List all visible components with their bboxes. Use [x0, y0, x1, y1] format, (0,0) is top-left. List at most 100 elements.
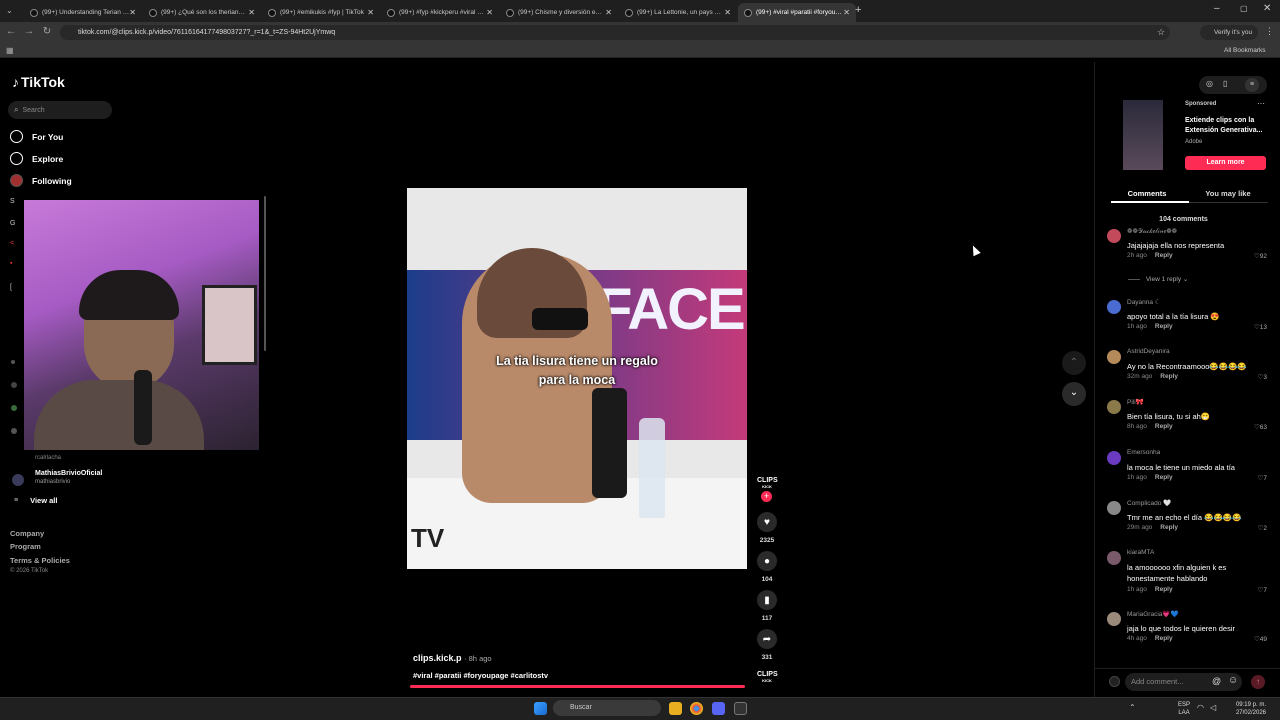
video-hashtags[interactable]: #viral #paratii #foryoupage #carlitostv	[413, 671, 548, 680]
browser-tab[interactable]: (99+) La Lettonie, un pays peu... ✕	[619, 3, 737, 22]
nav-following[interactable]: Following	[10, 174, 72, 187]
reload-icon[interactable]: ↻	[40, 25, 54, 39]
tab-search-icon[interactable]: ⌄	[6, 6, 13, 15]
comment-like-button[interactable]: ♡92	[1254, 252, 1267, 260]
reply-button[interactable]: Reply	[1160, 524, 1178, 531]
sidebar-scrollbar[interactable]	[264, 196, 266, 351]
discord-icon[interactable]	[712, 702, 725, 715]
device-icon[interactable]: ▯	[1223, 79, 1227, 88]
video-progress-bar[interactable]	[410, 685, 745, 688]
url-input[interactable]: tiktok.com/@clips.kick.p/video/761161641…	[60, 25, 1170, 40]
commenter-name[interactable]: kiaraMTA	[1127, 549, 1154, 556]
minimize-window-button[interactable]: –	[1214, 3, 1220, 14]
file-explorer-icon[interactable]	[669, 702, 682, 715]
mention-icon[interactable]: @	[1212, 676, 1221, 686]
forward-arrow-icon[interactable]: →	[22, 25, 36, 39]
ad-title[interactable]: Extiende clips con la Extensión Generati…	[1185, 116, 1267, 136]
commenter-name[interactable]: Pili🎀	[1127, 398, 1144, 406]
new-tab-button[interactable]: +	[855, 4, 861, 16]
profile-verify-button[interactable]: Verify it's you	[1200, 25, 1258, 40]
tray-chevron-icon[interactable]: ⌃	[1129, 703, 1136, 712]
commenter-name[interactable]: Complicado 🤍	[1127, 499, 1171, 507]
commenter-name[interactable]: Dayanna ☾	[1127, 298, 1161, 306]
previous-video-button[interactable]: ⌃	[1062, 351, 1086, 375]
close-tab-icon[interactable]: ✕	[248, 8, 255, 17]
mute-icon[interactable]: ◎	[1206, 79, 1213, 88]
footer-terms-link[interactable]: Terms & Policies	[10, 556, 70, 565]
following-account[interactable]: MathiasBrivioOficial mathiasbrivio	[10, 470, 130, 490]
messages-icon[interactable]: ≡	[1245, 78, 1259, 92]
reply-button[interactable]: Reply	[1155, 423, 1173, 430]
commenter-avatar[interactable]	[1107, 551, 1121, 565]
commenter-avatar[interactable]	[1107, 229, 1121, 243]
taskbar-search[interactable]: Buscar	[553, 700, 661, 716]
tiktok-app-icon[interactable]	[734, 702, 747, 715]
reply-button[interactable]: Reply	[1155, 252, 1173, 259]
ad-thumbnail[interactable]	[1123, 100, 1163, 170]
music-disc[interactable]: CLIPS KICK	[757, 671, 778, 684]
close-tab-icon[interactable]: ✕	[486, 8, 493, 17]
save-button[interactable]: ▮	[757, 590, 777, 610]
tiktok-logo[interactable]: ♪ TikTok	[12, 74, 65, 90]
commenter-avatar[interactable]	[1107, 400, 1121, 414]
emoji-icon[interactable]: ☺	[1228, 675, 1238, 686]
close-tab-icon[interactable]: ✕	[367, 8, 374, 17]
ad-more-icon[interactable]: ⋯	[1257, 99, 1265, 108]
volume-icon[interactable]: ◁	[1210, 703, 1216, 712]
comment-like-button[interactable]: ♡3	[1258, 373, 1267, 381]
browser-tab[interactable]: (99+) ¿Qué son los therian? De... ✕	[143, 3, 261, 22]
footer-company-link[interactable]: Company	[10, 529, 44, 538]
back-arrow-icon[interactable]: ←	[4, 25, 18, 39]
browser-tab[interactable]: (99+) Understanding Terian Va... ✕	[24, 3, 142, 22]
comment-like-button[interactable]: ♡2	[1258, 524, 1267, 532]
close-tab-icon[interactable]: ✕	[129, 8, 136, 17]
start-windows-icon[interactable]	[534, 702, 547, 715]
creator-logo[interactable]: CLIPS KICK	[757, 477, 778, 490]
share-button[interactable]: ➦	[757, 629, 777, 649]
tab-comments[interactable]: Comments	[1111, 189, 1183, 198]
clock[interactable]: 09:19 p. m. 27/02/2026	[1226, 701, 1266, 717]
view-all-link[interactable]: ≡ View all	[14, 496, 57, 505]
bookmark-star-icon[interactable]: ☆	[1157, 27, 1165, 38]
commenter-name[interactable]: ❁❁𝒴𝒶𝒸𝓀𝑒𝓁𝒾𝓃𝑒❁❁	[1127, 227, 1177, 236]
comment-like-button[interactable]: ♡49	[1254, 635, 1267, 643]
view-replies-button[interactable]: View 1 reply ⌄	[1128, 275, 1188, 283]
commenter-name[interactable]: Emersonha	[1127, 449, 1160, 456]
reply-button[interactable]: Reply	[1160, 373, 1178, 380]
apps-grid-icon[interactable]: ▦	[6, 46, 14, 55]
comment-like-button[interactable]: ♡7	[1258, 474, 1267, 482]
footer-program-link[interactable]: Program	[10, 542, 41, 551]
commenter-name[interactable]: MariaGracia💗💙	[1127, 610, 1179, 618]
language-indicator[interactable]: ESP LAA	[1178, 701, 1190, 717]
commenter-avatar[interactable]	[1107, 350, 1121, 364]
nav-for-you[interactable]: For You	[10, 130, 63, 143]
browser-tab[interactable]: (99+) #viral #paratii #foryoupa... ✕	[738, 3, 856, 22]
like-button[interactable]: ♥	[757, 512, 777, 532]
browser-tab[interactable]: (99+) Chisme y diversión en Mi... ✕	[500, 3, 618, 22]
reply-button[interactable]: Reply	[1155, 635, 1173, 642]
chrome-icon[interactable]	[690, 702, 703, 715]
follow-plus-button[interactable]: +	[761, 491, 772, 502]
close-window-button[interactable]: ✕	[1263, 3, 1271, 14]
wifi-icon[interactable]: ◠	[1197, 703, 1204, 712]
close-tab-icon[interactable]: ✕	[605, 8, 612, 17]
reply-button[interactable]: Reply	[1155, 323, 1173, 330]
commenter-avatar[interactable]	[1107, 451, 1121, 465]
reply-button[interactable]: Reply	[1155, 586, 1173, 593]
video-author[interactable]: clips.kick.p	[413, 653, 462, 663]
browser-tab[interactable]: (99+) #fyp #kickperu #viral #m... ✕	[381, 3, 499, 22]
commenter-name[interactable]: AstridDeyanira	[1127, 348, 1170, 355]
comment-button[interactable]: ●	[757, 551, 777, 571]
browser-menu-icon[interactable]: ⋮	[1265, 26, 1274, 37]
reply-button[interactable]: Reply	[1155, 474, 1173, 481]
comment-like-button[interactable]: ♡13	[1254, 323, 1267, 331]
tab-you-may-like[interactable]: You may like	[1190, 189, 1266, 198]
commenter-avatar[interactable]	[1107, 300, 1121, 314]
comment-like-button[interactable]: ♡7	[1258, 586, 1267, 594]
next-video-button[interactable]: ⌄	[1062, 382, 1086, 406]
browser-tab[interactable]: (99+) #emikukis #fyp | TikTok ✕	[262, 3, 380, 22]
comment-like-button[interactable]: ♡63	[1254, 423, 1267, 431]
close-tab-icon[interactable]: ✕	[843, 8, 850, 17]
send-comment-button[interactable]: ↑	[1251, 675, 1265, 689]
video-player[interactable]: FACE TV La tia lisura tiene un regalo pa…	[407, 188, 747, 569]
